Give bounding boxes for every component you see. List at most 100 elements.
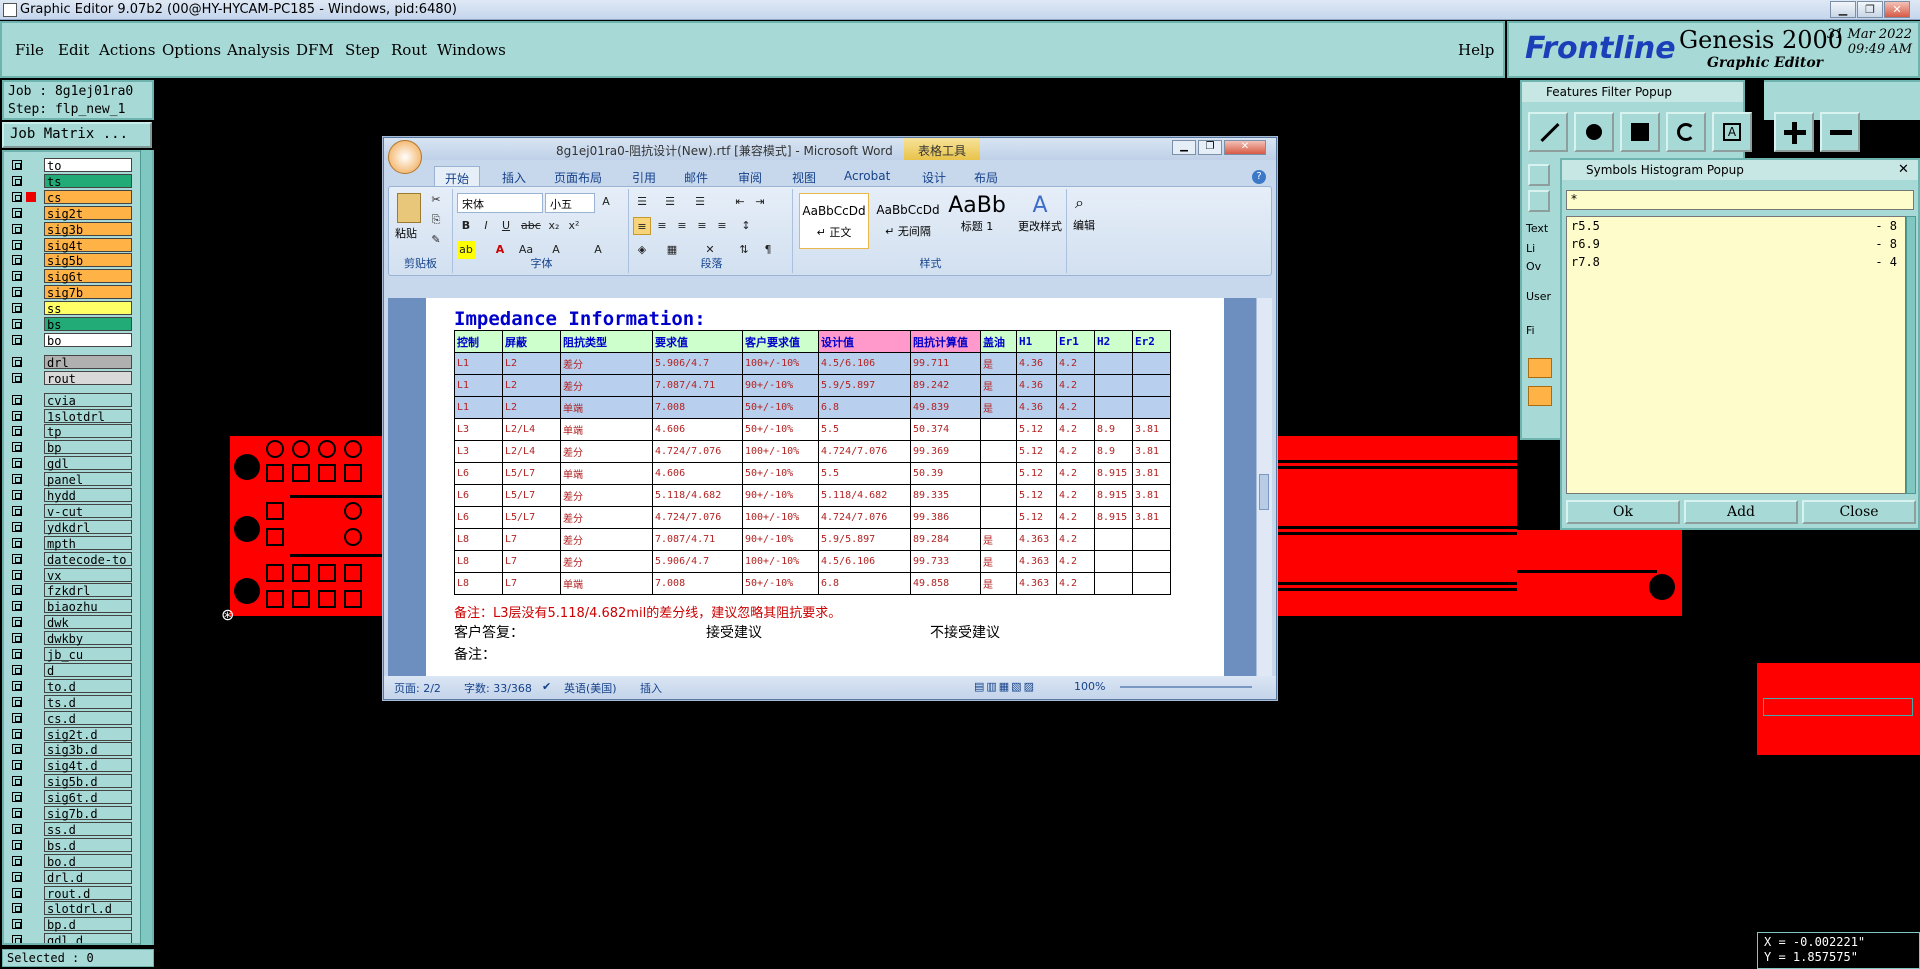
- table-cell[interactable]: 4.2: [1056, 572, 1095, 595]
- grow-font-icon[interactable]: A: [597, 193, 615, 211]
- document-page[interactable]: Impedance Information: 控制 屏蔽 阻抗类型 要求值 客户…: [426, 298, 1224, 676]
- layer-checkbox[interactable]: [12, 319, 22, 329]
- layer-item[interactable]: dwk: [12, 615, 132, 630]
- table-cell[interactable]: 4.36: [1016, 352, 1057, 375]
- table-cell[interactable]: 5.9/5.897: [818, 374, 911, 397]
- superscript-button[interactable]: x²: [565, 217, 583, 235]
- tab-mailings[interactable]: 邮件: [684, 169, 708, 186]
- pointer-icon[interactable]: [1528, 164, 1550, 186]
- tab-references[interactable]: 引用: [632, 169, 656, 186]
- table-cell[interactable]: L3: [454, 418, 503, 441]
- binoculars-icon[interactable]: ⌕: [1075, 193, 1084, 213]
- layer-checkbox[interactable]: [12, 255, 22, 266]
- table-cell[interactable]: 4.5/6.106: [818, 550, 911, 573]
- add-button[interactable]: Add: [1684, 500, 1798, 524]
- layer-item[interactable]: to.d: [12, 678, 132, 694]
- table-cell[interactable]: 90+/-10%: [742, 484, 819, 507]
- layer-checkbox[interactable]: [12, 287, 22, 298]
- sh-scrollbar[interactable]: [1906, 216, 1916, 494]
- ff-label-user[interactable]: User: [1526, 290, 1551, 303]
- layer-item[interactable]: bp.d: [12, 917, 132, 932]
- table-cell[interactable]: 差分: [560, 484, 653, 507]
- table-cell[interactable]: 7.008: [652, 396, 743, 419]
- layer-checkbox[interactable]: [12, 160, 22, 170]
- layer-checkbox[interactable]: [12, 776, 22, 787]
- table-cell[interactable]: [1132, 572, 1171, 595]
- table-cell[interactable]: 5.906/4.7: [652, 352, 743, 375]
- layer-item[interactable]: sig2t: [12, 205, 132, 221]
- table-cell[interactable]: 5.12: [1016, 462, 1057, 485]
- paste-icon[interactable]: [397, 193, 421, 223]
- table-cell[interactable]: 99.711: [910, 352, 981, 375]
- table-cell[interactable]: 50+/-10%: [742, 396, 819, 419]
- layer-checkbox[interactable]: [12, 334, 22, 345]
- table-cell[interactable]: L8: [454, 572, 503, 595]
- table-cell[interactable]: 5.118/4.682: [652, 484, 743, 507]
- table-cell[interactable]: 5.118/4.682: [818, 484, 911, 507]
- table-cell[interactable]: [1094, 550, 1133, 573]
- layer-checkbox[interactable]: [12, 474, 22, 485]
- layer-checkbox[interactable]: [12, 792, 22, 803]
- layer-item[interactable]: hydd: [12, 488, 132, 503]
- table-cell[interactable]: 4.2: [1056, 440, 1095, 463]
- layer-item[interactable]: vx: [12, 567, 132, 583]
- ff-label-ov[interactable]: Ov: [1526, 260, 1541, 273]
- font-name-select[interactable]: 宋体: [457, 193, 543, 213]
- table-cell[interactable]: 100+/-10%: [742, 506, 819, 529]
- spellcheck-icon[interactable]: ✔: [542, 680, 551, 693]
- decrease-indent-icon[interactable]: ⇤: [731, 193, 749, 211]
- table-cell[interactable]: [1094, 374, 1133, 397]
- layer-item[interactable]: gdl.d: [12, 933, 132, 943]
- edit-button[interactable]: 编辑: [1073, 217, 1095, 233]
- pad-tool-icon[interactable]: [1574, 112, 1614, 152]
- table-cell[interactable]: 50+/-10%: [742, 572, 819, 595]
- job-matrix-button[interactable]: Job Matrix ...: [2, 122, 152, 148]
- color-swatch[interactable]: [1528, 386, 1552, 406]
- layer-checkbox[interactable]: [12, 601, 22, 612]
- table-cell[interactable]: 单端: [560, 462, 653, 485]
- table-cell[interactable]: 是: [980, 572, 1017, 595]
- list-item[interactable]: r5.5 - 8: [1571, 219, 1901, 235]
- layer-item[interactable]: jb_cu: [12, 647, 132, 662]
- tab-review[interactable]: 审阅: [738, 169, 762, 186]
- table-cell[interactable]: L2/L4: [502, 440, 561, 463]
- layer-checkbox[interactable]: [12, 207, 22, 218]
- layer-checkbox[interactable]: [12, 808, 22, 818]
- menu-actions[interactable]: Actions: [99, 41, 155, 59]
- table-cell[interactable]: L2: [502, 374, 561, 397]
- layer-checkbox[interactable]: [12, 271, 22, 282]
- menu-file[interactable]: File: [15, 41, 44, 59]
- layer-checkbox[interactable]: [12, 410, 22, 421]
- layer-item[interactable]: ss.d: [12, 821, 132, 837]
- menu-windows[interactable]: Windows: [437, 41, 506, 59]
- table-cell[interactable]: 5.12: [1016, 506, 1057, 529]
- table-cell[interactable]: 6.8: [818, 572, 911, 595]
- layer-item[interactable]: datecode-to: [12, 551, 132, 567]
- layer-checkbox[interactable]: [12, 839, 22, 850]
- layer-item[interactable]: cs: [12, 189, 132, 205]
- layer-item[interactable]: panel: [12, 472, 132, 487]
- align-right-button[interactable]: ≡: [673, 217, 691, 235]
- table-cell[interactable]: L1: [454, 374, 503, 397]
- status-page[interactable]: 页面: 2/2: [394, 680, 441, 696]
- table-cell[interactable]: 差分: [560, 550, 653, 573]
- status-language[interactable]: 英语(美国): [564, 680, 617, 696]
- table-cell[interactable]: 是: [980, 550, 1017, 573]
- table-cell[interactable]: [980, 506, 1017, 529]
- table-cell[interactable]: 4.36: [1016, 374, 1057, 397]
- align-center-button[interactable]: ≡: [653, 217, 671, 235]
- zoom-level[interactable]: 100%: [1074, 680, 1105, 693]
- close-button[interactable]: ✕: [1884, 1, 1910, 18]
- table-cell[interactable]: 差分: [560, 506, 653, 529]
- cut-icon[interactable]: ✂: [427, 191, 445, 209]
- text-tool-icon[interactable]: A: [1712, 112, 1752, 152]
- table-cell[interactable]: 100+/-10%: [742, 550, 819, 573]
- format-painter-icon[interactable]: ✎: [427, 231, 445, 249]
- pointer-icon[interactable]: [1528, 190, 1550, 212]
- layer-checkbox[interactable]: [12, 664, 22, 675]
- table-cell[interactable]: 是: [980, 374, 1017, 397]
- multilevel-list-icon[interactable]: ☰: [691, 193, 709, 211]
- table-cell[interactable]: 50.374: [910, 418, 981, 441]
- layer-checkbox[interactable]: [12, 823, 22, 834]
- close-popup-button[interactable]: Close: [1802, 500, 1916, 524]
